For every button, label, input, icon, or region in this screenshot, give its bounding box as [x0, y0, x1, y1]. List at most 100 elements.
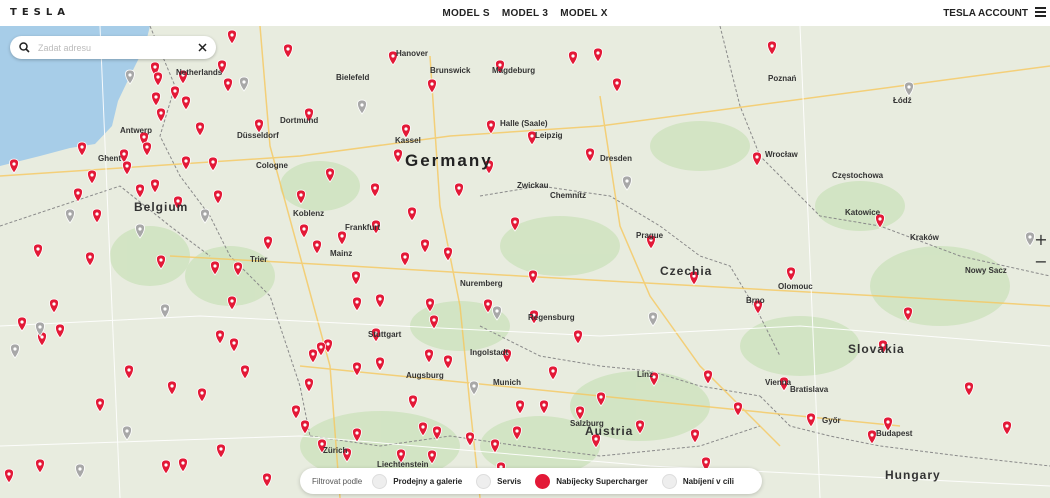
marker-center: [159, 111, 163, 115]
marker-center: [531, 273, 535, 277]
city-label: Halle (Saale): [500, 119, 548, 128]
marker-center: [20, 320, 24, 324]
marker-center: [706, 373, 710, 377]
zoom-out-button[interactable]: −: [1032, 250, 1050, 272]
marker-center: [138, 227, 142, 231]
city-label: Antwerp: [120, 126, 152, 135]
city-label: Bratislava: [790, 385, 829, 394]
city-label: Kraków: [910, 233, 939, 242]
city-label: Regensburg: [528, 313, 575, 322]
marker-center: [340, 234, 344, 238]
address-search-input[interactable]: [36, 40, 190, 56]
marker-center: [38, 325, 42, 329]
zoom-in-button[interactable]: +: [1032, 228, 1050, 250]
marker-center: [299, 193, 303, 197]
hamburger-menu-icon[interactable]: [1035, 7, 1046, 17]
marker-center: [154, 95, 158, 99]
marker-center: [181, 461, 185, 465]
filter-label: Filtrovat podle: [312, 476, 363, 486]
filter-service[interactable]: Servis: [476, 473, 522, 489]
city-label: Győr: [822, 416, 841, 425]
city-label: Bielefeld: [336, 73, 370, 82]
marker-center: [770, 44, 774, 48]
marker-center: [906, 310, 910, 314]
marker-center: [328, 171, 332, 175]
filter-option-label: Servis: [497, 476, 522, 486]
marker-center: [571, 54, 575, 58]
marker-center: [410, 210, 414, 214]
city-label: Zürich: [323, 446, 348, 455]
marker-center: [588, 151, 592, 155]
marker-center: [446, 358, 450, 362]
nav-model-s[interactable]: MODEL S: [442, 8, 489, 19]
marker-center: [303, 423, 307, 427]
filter-toggle-icon: [372, 473, 388, 489]
address-search-box[interactable]: [10, 36, 216, 59]
marker-center: [198, 125, 202, 129]
filter-destination-charging[interactable]: Nabíjení v cíli: [661, 473, 734, 489]
marker-center: [518, 403, 522, 407]
model-nav: MODEL S MODEL 3 MODEL X: [0, 0, 1050, 26]
filter-supercharger[interactable]: Nabíjecky Supercharger: [535, 473, 648, 489]
marker-center: [515, 429, 519, 433]
city-label: Dresden: [600, 154, 633, 163]
marker-center: [457, 186, 461, 190]
marker-center: [230, 33, 234, 37]
marker-center: [736, 405, 740, 409]
marker-center: [704, 460, 708, 464]
marker-center: [411, 398, 415, 402]
marker-center: [486, 302, 490, 306]
marker-center: [40, 335, 44, 339]
marker-center: [257, 122, 261, 126]
marker-center: [430, 453, 434, 457]
marker-center: [142, 135, 146, 139]
marker-center: [615, 81, 619, 85]
city-label: Vienna: [765, 378, 792, 387]
city-label: Prague: [636, 231, 664, 240]
marker-center: [173, 89, 177, 93]
marker-center: [153, 65, 157, 69]
label-hungary: Hungary: [885, 468, 941, 482]
marker-center: [153, 182, 157, 186]
nav-model-x[interactable]: MODEL X: [560, 8, 607, 19]
marker-center: [886, 420, 890, 424]
marker-center: [68, 212, 72, 216]
map-canvas[interactable]: Germany Belgium Czechia Austria Slovakia…: [0, 26, 1050, 498]
city-label: Leipzig: [535, 131, 563, 140]
city-label: Munich: [493, 378, 521, 387]
marker-center: [232, 341, 236, 345]
marker-center: [542, 403, 546, 407]
filter-stores-galleries[interactable]: Prodejny a galerie: [372, 473, 462, 489]
marker-center: [125, 429, 129, 433]
marker-center: [128, 73, 132, 77]
city-label: Cologne: [256, 161, 288, 170]
marker-center: [355, 365, 359, 369]
city-label: Wrocław: [765, 150, 798, 159]
marker-center: [495, 309, 499, 313]
close-icon[interactable]: [198, 43, 207, 52]
marker-center: [307, 111, 311, 115]
city-label: Chemnitz: [550, 191, 586, 200]
tesla-account-link[interactable]: TESLA ACCOUNT: [943, 8, 1028, 19]
filter-bar: Filtrovat podle Prodejny a galerie Servi…: [300, 468, 762, 494]
marker-center: [38, 462, 42, 466]
city-label: Ingolstadt: [470, 348, 509, 357]
city-label: Düsseldorf: [237, 131, 279, 140]
city-label: Nowy Sacz: [965, 266, 1007, 275]
marker-center: [809, 416, 813, 420]
marker-center: [265, 476, 269, 480]
marker-center: [396, 152, 400, 156]
marker-center: [551, 369, 555, 373]
marker-center: [98, 401, 102, 405]
marker-center: [200, 391, 204, 395]
marker-center: [360, 103, 364, 107]
marker-center: [428, 301, 432, 305]
nav-model-3[interactable]: MODEL 3: [502, 8, 548, 19]
marker-center: [242, 80, 246, 84]
marker-center: [13, 347, 17, 351]
marker-center: [472, 384, 476, 388]
marker-center: [355, 300, 359, 304]
city-label: Łódź: [893, 96, 912, 105]
marker-center: [446, 250, 450, 254]
marker-center: [596, 51, 600, 55]
